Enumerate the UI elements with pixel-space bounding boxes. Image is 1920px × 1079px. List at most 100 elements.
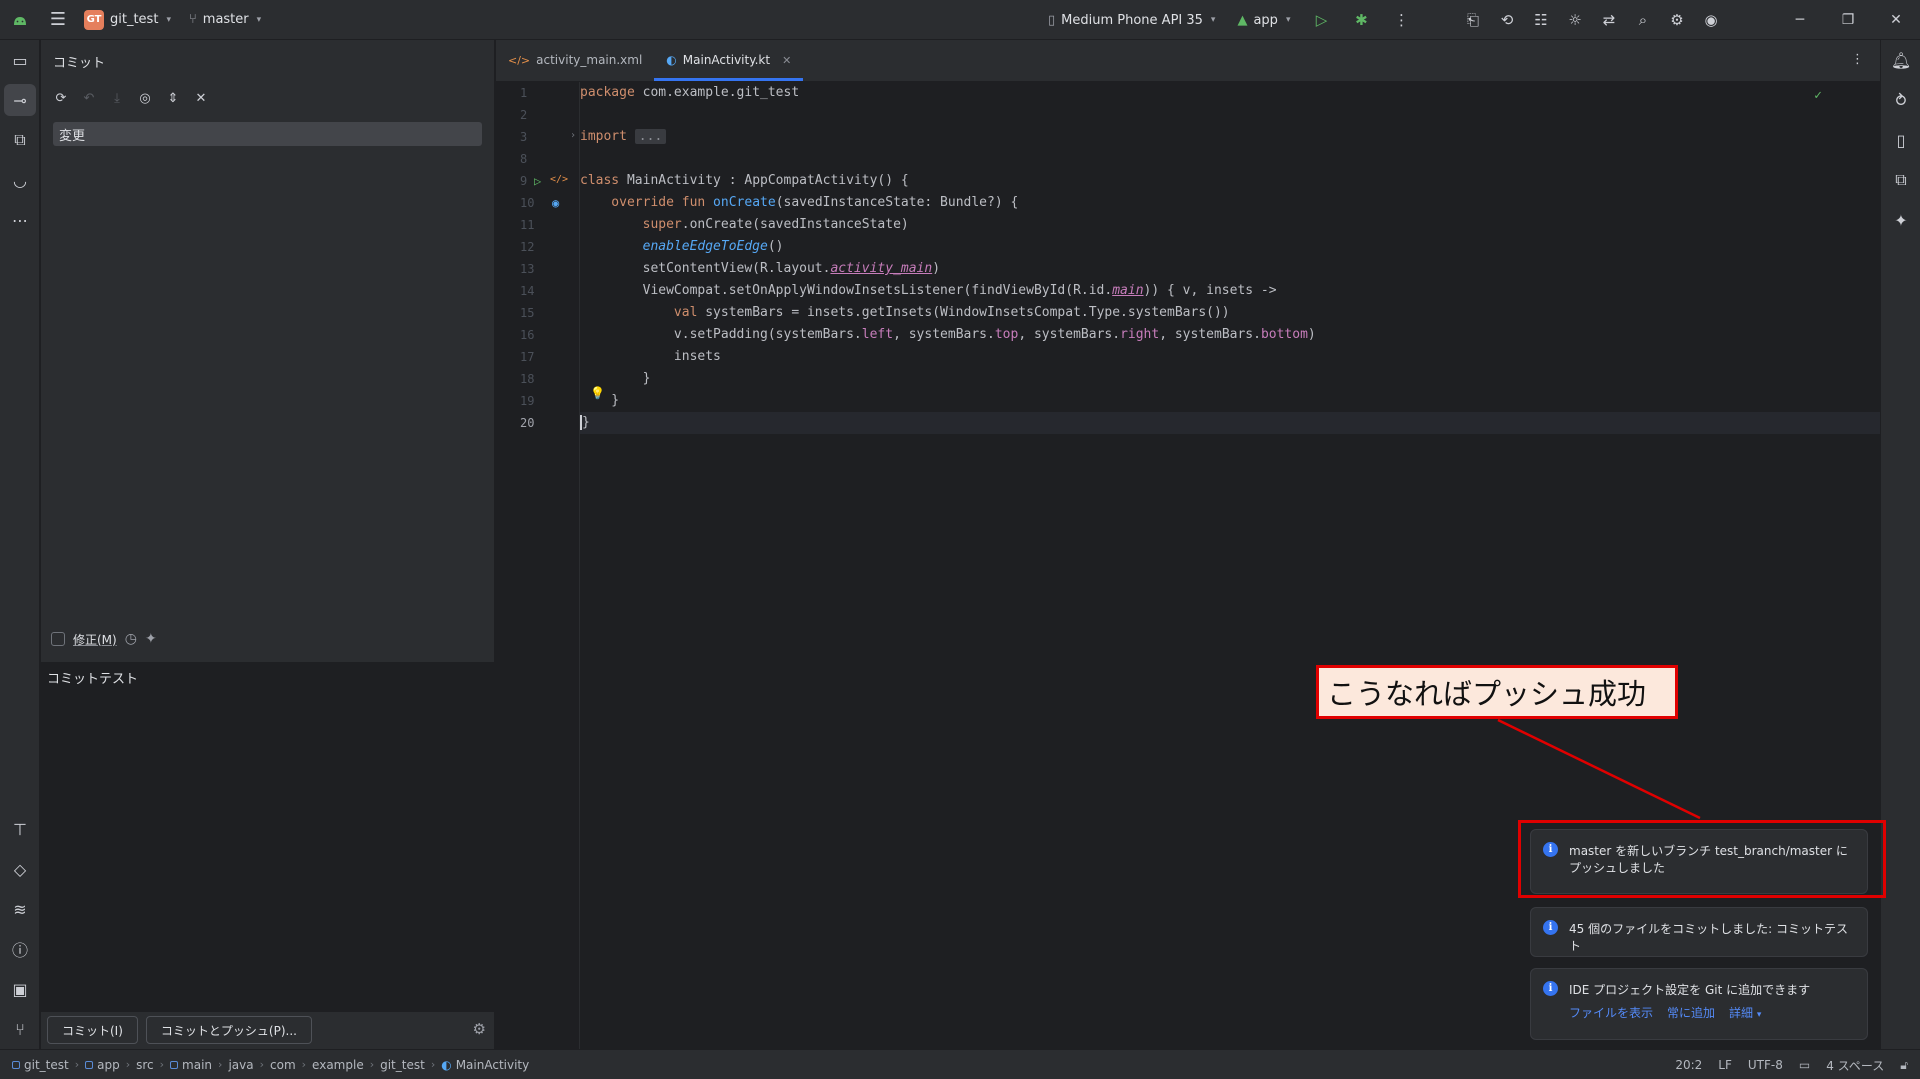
notification-commit[interactable]: i 45 個のファイルをコミットしました: コミットテスト	[1530, 907, 1868, 957]
menu-icon[interactable]: ☰	[40, 0, 76, 40]
more-vertical-icon[interactable]: ⋮	[1384, 0, 1418, 40]
layout-icon[interactable]: ☷	[1524, 0, 1558, 40]
amend-checkbox[interactable]	[51, 632, 65, 646]
line-number: 14	[520, 284, 535, 298]
file-encoding[interactable]: UTF-8	[1748, 1058, 1783, 1072]
view-options-icon[interactable]: ◎	[133, 86, 157, 110]
commit-and-push-button[interactable]: コミットとプッシュ(P)...	[145, 1016, 312, 1044]
project-selector[interactable]: GT git_test ▾	[76, 6, 179, 34]
readonly-toggle-icon[interactable]: ▭	[1799, 1058, 1810, 1072]
gradle-icon[interactable]: ⥁	[1881, 80, 1920, 120]
device-manager-icon[interactable]: ⎗	[1456, 0, 1490, 40]
commit-toolbar: ⟳ ↶ ⤓ ◎ ⇕ ✕	[41, 82, 494, 114]
breadcrumb-item[interactable]: example	[312, 1058, 364, 1072]
folded-imports[interactable]: ...	[634, 129, 667, 144]
tab-label: MainActivity.kt	[682, 53, 771, 67]
tab-activity-main-xml[interactable]: </> activity_main.xml	[496, 39, 654, 81]
chevron-right-icon: ›	[159, 1058, 165, 1071]
logcat-icon[interactable]: ≋	[0, 889, 40, 929]
ai-sparkle-icon[interactable]: ✦	[145, 631, 157, 647]
chevron-down-icon: ▾	[1210, 15, 1216, 25]
run-gutter-icon[interactable]: ▷	[534, 174, 541, 188]
shelve-icon[interactable]: ⤓	[105, 86, 129, 110]
notification-ide-settings[interactable]: i IDE プロジェクト設定を Git に追加できます ファイルを表示 常に追加…	[1530, 968, 1868, 1040]
device-manager-icon[interactable]: ▯	[1881, 120, 1920, 160]
settings-icon[interactable]: ⚙	[1660, 0, 1694, 40]
debug-icon[interactable]: ✱	[1344, 0, 1378, 40]
cursor-position[interactable]: 20:2	[1675, 1058, 1702, 1072]
breadcrumb-item[interactable]: java	[228, 1058, 253, 1072]
running-devices-icon[interactable]: ⧉	[1881, 160, 1920, 200]
breadcrumb-item[interactable]: git_test	[380, 1058, 425, 1072]
gem-icon[interactable]: ◇	[0, 849, 40, 889]
info-icon: i	[1543, 920, 1558, 935]
android-run-icon: ▲	[1237, 12, 1248, 28]
run-icon[interactable]: ▷	[1304, 0, 1338, 40]
fold-chevron-icon[interactable]: ›	[570, 130, 576, 141]
breadcrumb-item[interactable]: com	[270, 1058, 296, 1072]
xml-gutter-icon[interactable]: </>	[550, 174, 568, 185]
build-icon[interactable]: ⊤	[0, 809, 40, 849]
collapse-all-icon[interactable]: ✕	[189, 86, 213, 110]
gemini-icon[interactable]: ✦	[1881, 200, 1920, 240]
code-line-current: }	[580, 412, 1880, 434]
run-config-selector[interactable]: ▲ app ▾	[1229, 6, 1298, 34]
breadcrumb-item[interactable]: main	[170, 1058, 212, 1072]
gear-icon[interactable]: ⚙	[473, 1020, 486, 1038]
chevron-right-icon: ›	[125, 1058, 131, 1071]
commit-message-text: コミットテスト	[47, 672, 139, 687]
more-icon[interactable]: ⋯	[0, 200, 40, 240]
breadcrumb-item[interactable]: src	[136, 1058, 154, 1072]
minimize-button[interactable]: ─	[1776, 0, 1824, 40]
line-number: 13	[520, 262, 535, 276]
refresh-icon[interactable]: ⟳	[49, 86, 73, 110]
branch-selector[interactable]: ⑂ master ▾	[179, 6, 271, 34]
tab-main-activity-kt[interactable]: ◐ MainActivity.kt ✕	[654, 39, 804, 81]
code-editor[interactable]: 1 2 3 8 9 10 11 12 13 14 15 16 17 18 19 …	[496, 82, 1881, 1049]
translate-icon[interactable]: ⟲	[1490, 0, 1524, 40]
commit-button[interactable]: コミット(I)	[47, 1016, 138, 1044]
search-icon[interactable]: ⌕	[1626, 0, 1660, 40]
close-icon[interactable]: ✕	[782, 54, 791, 67]
commit-message-input[interactable]: コミットテスト	[41, 662, 495, 1012]
device-selector[interactable]: ▯ Medium Phone API 35 ▾	[1040, 6, 1223, 34]
device-icon: ▯	[1048, 12, 1056, 28]
project-badge: GT	[84, 9, 104, 30]
terminal-icon[interactable]: ▣	[0, 969, 40, 1009]
notifications-icon[interactable]: 🔔︎	[1881, 40, 1920, 80]
history-icon[interactable]: ◷	[125, 631, 137, 647]
rollback-icon[interactable]: ↶	[77, 86, 101, 110]
changes-node[interactable]: 変更	[53, 122, 482, 146]
line-number: 18	[520, 372, 535, 386]
override-gutter-icon[interactable]: ◉	[552, 196, 559, 210]
indent-setting[interactable]: 4 スペース	[1826, 1057, 1884, 1074]
android-icon[interactable]: ◡	[0, 160, 40, 200]
breadcrumb-item[interactable]: ◐ MainActivity	[441, 1058, 529, 1072]
more-vertical-icon[interactable]: ⋮	[1851, 52, 1864, 67]
restore-button[interactable]: ❐	[1824, 0, 1872, 40]
amend-label[interactable]: 修正(M)	[73, 631, 117, 648]
close-button[interactable]: ✕	[1872, 0, 1920, 40]
lock-icon[interactable]: 🔓︎	[1900, 1058, 1908, 1073]
account-icon[interactable]: ◉	[1694, 0, 1728, 40]
git-icon[interactable]: ⑂	[0, 1009, 40, 1049]
chevron-down-icon: ▾	[1756, 1010, 1762, 1020]
line-separator[interactable]: LF	[1718, 1058, 1732, 1072]
show-files-link[interactable]: ファイルを表示	[1569, 1004, 1653, 1021]
expand-all-icon[interactable]: ⇕	[161, 86, 185, 110]
bug-icon[interactable]: ☼	[1558, 0, 1592, 40]
breadcrumb-item[interactable]: app	[85, 1058, 120, 1072]
always-add-link[interactable]: 常に追加	[1667, 1004, 1715, 1021]
breadcrumb-item[interactable]: git_test	[12, 1058, 69, 1072]
structure-icon[interactable]: ⧉	[0, 120, 40, 160]
commit-icon[interactable]: ⊸	[4, 84, 36, 116]
text-caret: }	[580, 415, 590, 430]
chevron-right-icon: ›	[430, 1058, 436, 1071]
no-problems-check-icon[interactable]: ✓	[1814, 88, 1822, 103]
details-link[interactable]: 詳細 ▾	[1729, 1004, 1761, 1021]
problems-icon[interactable]: ⓘ	[0, 929, 40, 969]
folder-icon[interactable]: ▭	[0, 40, 40, 80]
sync-icon[interactable]: ⇄	[1592, 0, 1626, 40]
code-lines: package com.example.git_test import ... …	[580, 82, 1880, 434]
